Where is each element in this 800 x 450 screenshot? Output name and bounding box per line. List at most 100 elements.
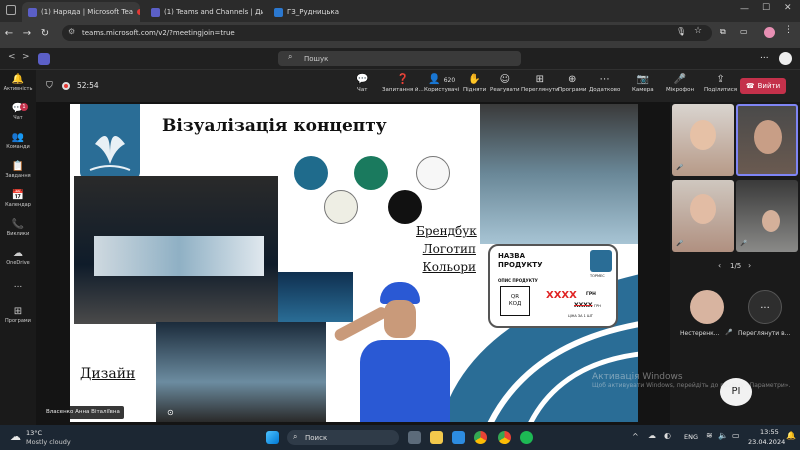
back-icon[interactable]: < (8, 52, 16, 62)
bookmark-star-icon[interactable]: ☆ (694, 26, 702, 36)
wifi-icon[interactable]: ≋ (706, 431, 713, 440)
file-explorer-icon[interactable] (430, 431, 443, 444)
rail-item-calendar[interactable]: 📅 Календар (0, 190, 36, 208)
word-icon (274, 7, 283, 17)
mic-off-icon: 🎤 (740, 240, 748, 247)
browser-menu-icon[interactable]: ⋮ (784, 25, 793, 35)
back-icon[interactable]: ← (0, 28, 18, 39)
chrome-icon[interactable] (474, 431, 487, 444)
weather-description[interactable]: Mostly cloudy (26, 438, 71, 446)
prev-page-icon[interactable]: ‹ (718, 261, 721, 270)
mic-icon[interactable]: 🎙 (676, 27, 686, 36)
qa-button[interactable]: ❓ Запитання й... (382, 74, 424, 93)
color-swatch-cream (324, 190, 358, 224)
raise-hand-button[interactable]: ✋ Підняти (463, 74, 486, 93)
user-avatar[interactable] (779, 52, 792, 65)
video-pin-icon[interactable]: ⊙ (167, 408, 174, 417)
start-icon[interactable] (266, 431, 279, 444)
people-button[interactable]: 👤 620 Користувачі (424, 74, 459, 93)
design-label: Дизайн (80, 366, 136, 382)
view-all-button[interactable]: ... (748, 290, 782, 324)
url-text: teams.microsoft.com/v2/?meetingjoin=true (82, 29, 235, 37)
camera-button[interactable]: 📷 Камера (632, 74, 654, 93)
chrome-profile-icon[interactable] (498, 431, 511, 444)
extensions-icon[interactable]: ⧉ (720, 27, 726, 37)
rail-item-onedrive[interactable]: ☁ OneDrive (0, 248, 36, 266)
participant-face (762, 210, 780, 232)
video-tile-3[interactable]: 🎤 (672, 180, 734, 252)
shield-icon[interactable]: ⛉ (46, 81, 53, 91)
notifications-icon[interactable]: 🔔 (786, 431, 796, 440)
onedrive-icon[interactable]: ☁ (648, 431, 656, 440)
teams-left-rail: 🔔 Активність 💬 1 Чат 👥 Команди 📋 Завданн… (0, 70, 36, 425)
rail-item-teams[interactable]: 👥 Команди (0, 132, 36, 150)
mic-off-icon: 🎤 (725, 329, 733, 336)
tab-teams-meeting[interactable]: (1) Наряда | Microsoft Tea ✕ (22, 2, 140, 22)
share-button[interactable]: ⇪ Поділитися (704, 74, 737, 93)
participant-avatar[interactable] (690, 290, 724, 324)
clock-time[interactable]: 13:55 (760, 428, 779, 436)
taskbar-search-input[interactable]: ⌕ Поиск (287, 430, 399, 445)
react-button[interactable]: ☺ Реагувати (490, 74, 520, 93)
tray-app-icon[interactable]: ◐ (664, 431, 671, 440)
sidepanel-icon[interactable]: ▭ (740, 27, 748, 36)
color-swatch-blue (294, 156, 328, 190)
apps-button[interactable]: ⊕ Програми (558, 74, 586, 93)
slide-title: Візуалізація концепту (162, 116, 387, 136)
battery-icon[interactable]: ▭ (732, 431, 740, 440)
tab-teams-channels[interactable]: (1) Teams and Channels | Ди (145, 2, 263, 22)
current-price: XXXX (546, 290, 577, 301)
product-description: ОПИС ПРОДУКТУ (498, 278, 538, 283)
volume-icon[interactable]: 🔈 (718, 431, 728, 440)
currency-label: ГРН (586, 292, 596, 297)
color-swatch-green (354, 156, 388, 190)
label-brandbook: Брендбук (416, 224, 477, 238)
tab-actions-icon[interactable] (6, 5, 16, 15)
rail-item-calls[interactable]: 📞 Виклики (0, 219, 36, 237)
close-window-icon[interactable]: ✕ (784, 3, 792, 13)
teams-search-input[interactable]: ⌕ Пошук (278, 51, 521, 66)
teams-icon (151, 7, 160, 17)
view-button[interactable]: ⊞ Переглянути (521, 74, 559, 93)
leave-button[interactable]: ☎ Вийти (740, 78, 786, 94)
presentation-slide: Візуалізація концепту Брендбук Логотип К… (70, 104, 638, 422)
forward-icon[interactable]: → (18, 28, 36, 39)
participant-face (754, 120, 782, 154)
presenter-name-tag: Власенко Анна Віталіївна (42, 406, 124, 419)
rail-item-apps[interactable]: ⊞ Програми (0, 306, 36, 324)
mail-icon[interactable] (452, 431, 465, 444)
maximize-icon[interactable]: ☐ (762, 3, 770, 13)
tray-overflow-icon[interactable]: ^ (632, 432, 639, 441)
tab-document[interactable]: ГЗ_Рудницька (268, 2, 386, 22)
video-tile-1[interactable]: 🎤 (672, 104, 734, 176)
assignments-icon: 📋 (11, 161, 25, 172)
task-view-icon[interactable] (408, 431, 421, 444)
forward-icon[interactable]: > (22, 52, 30, 62)
meeting-timer: 52:54 (77, 81, 99, 90)
view-icon: ⊞ (535, 74, 545, 85)
weather-temperature[interactable]: 13°C (26, 429, 42, 437)
mic-button[interactable]: 🎤 Мікрофон (666, 74, 694, 93)
spotify-icon[interactable] (520, 431, 533, 444)
rail-item-chat[interactable]: 💬 1 Чат (0, 103, 36, 121)
language-indicator[interactable]: ENG (684, 433, 698, 441)
video-tile-4[interactable]: 🎤 (736, 180, 798, 252)
search-icon: ⌕ (288, 52, 293, 61)
reload-icon[interactable]: ↻ (36, 28, 54, 39)
profile-avatar[interactable] (764, 27, 775, 38)
rail-item-more[interactable]: ... (0, 280, 36, 290)
more-options-icon[interactable]: ... (760, 51, 769, 61)
next-page-icon[interactable]: › (748, 261, 751, 270)
minimize-icon[interactable]: — (740, 4, 749, 14)
url-field[interactable]: ⚙ teams.microsoft.com/v2/?meetingjoin=tr… (62, 25, 712, 41)
more-button[interactable]: ⋯ Додатково (589, 74, 620, 93)
video-tile-2-speaking[interactable] (736, 104, 798, 176)
site-info-icon[interactable]: ⚙ (68, 27, 75, 36)
watermark-subtitle: Щоб активувати Windows, перейдіть до роз… (592, 382, 791, 389)
chat-button[interactable]: 💬 Чат (356, 74, 368, 93)
rail-item-assignments[interactable]: 📋 Завдання (0, 161, 36, 179)
shirt (360, 340, 450, 422)
rail-item-activity[interactable]: 🔔 Активність (0, 74, 36, 92)
clock-date[interactable]: 23.04.2024 (748, 438, 785, 446)
recording-icon (62, 82, 70, 90)
